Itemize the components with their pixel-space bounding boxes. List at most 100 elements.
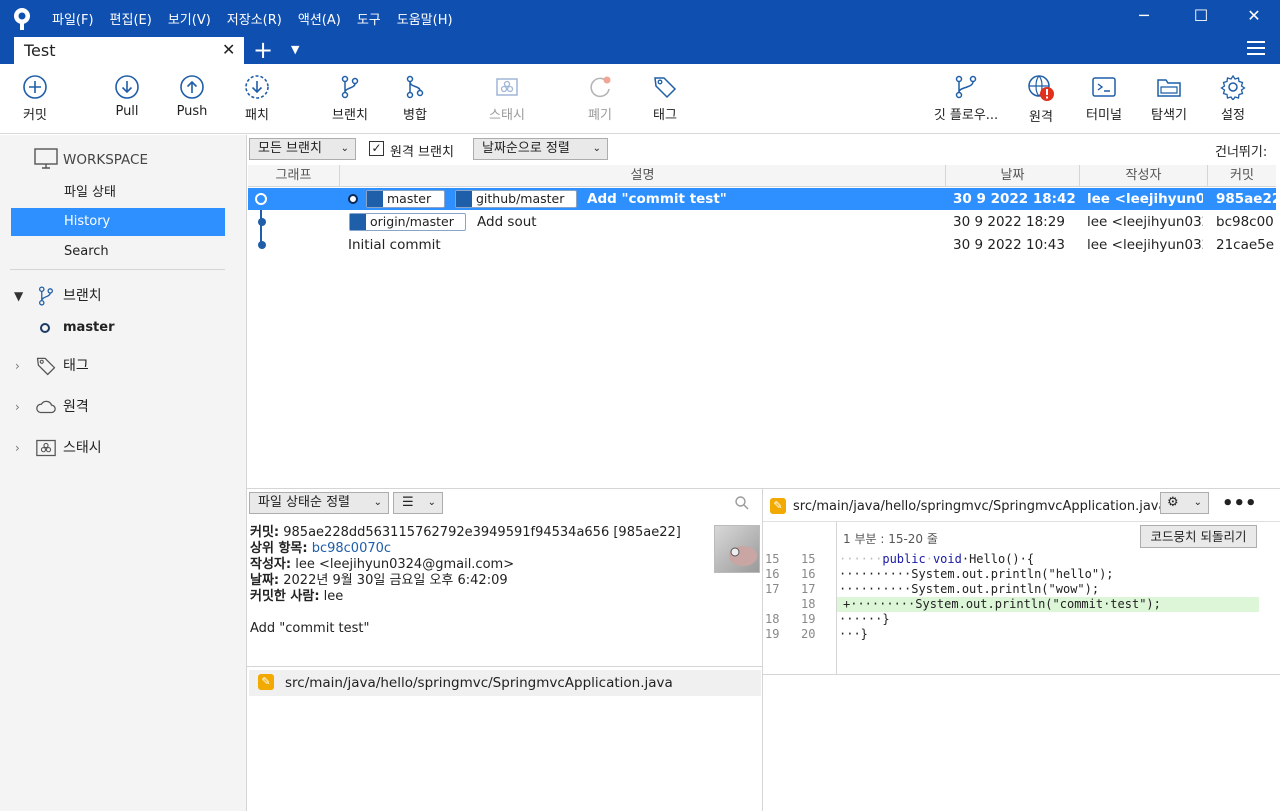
menu-help[interactable]: 도움말(H) bbox=[397, 9, 453, 28]
pull-button[interactable]: Pull bbox=[92, 74, 162, 119]
hamburger-menu-icon[interactable] bbox=[1247, 40, 1265, 60]
tag-label: 태그 bbox=[653, 108, 677, 123]
terminal-icon bbox=[1092, 77, 1116, 97]
branch-label-master[interactable]: master bbox=[366, 190, 445, 208]
line-code: ······} bbox=[839, 612, 890, 626]
plus-circle-icon bbox=[23, 75, 47, 99]
merge-button[interactable]: 병합 bbox=[380, 74, 450, 123]
remote-branches-checkbox[interactable]: ✓ bbox=[369, 141, 384, 156]
menu-actions[interactable]: 액션(A) bbox=[298, 9, 341, 28]
chevron-down-icon: ⌄ bbox=[340, 143, 349, 154]
tab-dropdown-icon[interactable]: ▼ bbox=[291, 43, 299, 56]
sidebar-section-stashes[interactable]: › 스태시 bbox=[0, 434, 247, 462]
chevron-right-icon[interactable]: › bbox=[15, 434, 20, 462]
parent-hash-link[interactable]: bc98c0070c bbox=[312, 541, 391, 556]
push-button[interactable]: Push bbox=[157, 74, 227, 119]
commit-row[interactable]: master github/master Add "commit test" 3… bbox=[248, 188, 1280, 210]
settings-button[interactable]: 설정 bbox=[1198, 74, 1268, 123]
chevron-down-icon[interactable]: ▼ bbox=[14, 282, 23, 310]
diff-settings-select[interactable]: ⚙ ⌄ bbox=[1160, 492, 1209, 514]
menu-edit[interactable]: 편집(E) bbox=[110, 9, 152, 28]
column-graph[interactable]: 그래프 bbox=[248, 165, 340, 187]
commit-row[interactable]: Initial commit 30 9 2022 10:43 lee <leej… bbox=[248, 234, 1276, 256]
commit-hash: bc98c00 bbox=[1216, 214, 1274, 230]
commit-message: Initial commit bbox=[348, 237, 441, 253]
patch-button[interactable]: 패치 bbox=[222, 74, 292, 123]
close-tab-icon[interactable]: ✕ bbox=[222, 40, 235, 59]
sidebar-item-search[interactable]: Search bbox=[0, 238, 247, 266]
changed-file-row[interactable]: ✎ src/main/java/hello/springmvc/Springmv… bbox=[249, 670, 761, 696]
modified-file-icon: ✎ bbox=[770, 498, 786, 514]
column-description[interactable]: 설명 bbox=[340, 165, 946, 187]
toolbar: 커밋 Pull Push 패치 브랜치 병합 스태시 폐기 태그 깃 플로우..… bbox=[0, 64, 1280, 134]
column-author[interactable]: 작성자 bbox=[1080, 165, 1208, 187]
committer-key: 커밋한 사람: bbox=[250, 589, 320, 604]
file-sort-select[interactable]: 파일 상태순 정렬 ⌄ bbox=[249, 492, 389, 514]
menu-tools[interactable]: 도구 bbox=[357, 9, 381, 28]
branch-button[interactable]: 브랜치 bbox=[315, 74, 385, 123]
stash-icon bbox=[35, 438, 57, 469]
commit-full-hash: 985ae228dd563115762792e3949591f94534a656… bbox=[283, 525, 681, 540]
branch-filter-value: 모든 브랜치 bbox=[258, 141, 322, 156]
patch-icon bbox=[245, 75, 269, 99]
tab-test[interactable]: Test ✕ bbox=[14, 37, 244, 65]
sidebar-item-label: master bbox=[63, 320, 115, 335]
column-commit[interactable]: 커밋 bbox=[1208, 165, 1276, 187]
sidebar-section-tags[interactable]: › 태그 bbox=[0, 352, 247, 380]
sidebar-section-branches[interactable]: ▼ 브랜치 bbox=[0, 282, 247, 310]
line-code: ··········System.out.println("wow"); bbox=[839, 582, 1100, 596]
commit-message-full: Add "commit test" bbox=[250, 621, 370, 636]
sidebar-item-file-status[interactable]: 파일 상태 bbox=[0, 179, 247, 207]
divider bbox=[763, 521, 1280, 522]
commit-message: Add "commit test" bbox=[587, 191, 727, 207]
diff-file-path: src/main/java/hello/springmvc/SpringmvcA… bbox=[793, 499, 1167, 514]
commit-button[interactable]: 커밋 bbox=[0, 74, 70, 123]
sidebar-item-history[interactable]: History bbox=[11, 208, 225, 236]
view-mode-select[interactable]: ☰ ⌄ bbox=[393, 492, 443, 514]
file-sort-value: 파일 상태순 정렬 bbox=[258, 495, 350, 510]
menu-view[interactable]: 보기(V) bbox=[168, 9, 211, 28]
stash-button[interactable]: 스태시 bbox=[472, 74, 542, 123]
sort-value: 날짜순으로 정렬 bbox=[482, 141, 570, 156]
new-tab-button[interactable]: + bbox=[253, 36, 273, 64]
date-value: 2022년 9월 30일 금요일 오후 6:42:09 bbox=[283, 573, 508, 588]
branch-icon bbox=[350, 214, 366, 230]
folder-icon bbox=[1157, 79, 1181, 97]
remote-button[interactable]: 원격 bbox=[1006, 74, 1076, 125]
revert-hunk-button[interactable]: 코드뭉치 되돌리기 bbox=[1140, 525, 1257, 548]
branch-icon bbox=[367, 191, 383, 207]
search-icon[interactable] bbox=[734, 495, 750, 515]
branch-filter-select[interactable]: 모든 브랜치 ⌄ bbox=[249, 138, 356, 160]
chevron-right-icon[interactable]: › bbox=[15, 352, 20, 380]
sidebar-section-remotes[interactable]: › 원격 bbox=[0, 393, 247, 421]
discard-button[interactable]: 폐기 bbox=[565, 74, 635, 123]
commit-row[interactable]: origin/master Add sout 30 9 2022 18:29 l… bbox=[248, 211, 1276, 233]
commit-author: lee <leejihyun0324 bbox=[1087, 191, 1203, 207]
sidebar-item-label: Search bbox=[64, 244, 109, 259]
sort-select[interactable]: 날짜순으로 정렬 ⌄ bbox=[473, 138, 608, 160]
chevron-right-icon[interactable]: › bbox=[15, 393, 20, 421]
maximize-button[interactable]: ☐ bbox=[1187, 6, 1215, 30]
branch-label-github-master[interactable]: github/master bbox=[455, 190, 577, 208]
tag-button[interactable]: 태그 bbox=[630, 74, 700, 123]
commit-hash: 985ae22 bbox=[1216, 191, 1280, 207]
patch-label: 패치 bbox=[245, 108, 269, 123]
explorer-button[interactable]: 탐색기 bbox=[1134, 74, 1204, 123]
terminal-button[interactable]: 터미널 bbox=[1069, 74, 1139, 123]
sidebar-item-master[interactable]: master bbox=[0, 314, 247, 342]
minimize-button[interactable]: ─ bbox=[1130, 6, 1158, 30]
menu-repository[interactable]: 저장소(R) bbox=[227, 9, 282, 28]
branch-label-origin-master[interactable]: origin/master bbox=[349, 213, 466, 231]
column-date[interactable]: 날짜 bbox=[946, 165, 1080, 187]
git-flow-button[interactable]: 깃 플로우... bbox=[928, 74, 1004, 123]
pull-label: Pull bbox=[115, 104, 139, 119]
chevron-down-icon: ⌄ bbox=[592, 143, 601, 154]
tag-icon bbox=[35, 355, 57, 388]
line-code: ··········System.out.println("hello"); bbox=[839, 567, 1114, 581]
commit-key: 커밋: bbox=[250, 525, 280, 540]
diff-line-added: 18 +·········System.out.println("commit·… bbox=[763, 597, 1280, 612]
more-options-icon[interactable]: ••• bbox=[1222, 493, 1257, 514]
close-window-button[interactable]: ✕ bbox=[1240, 6, 1268, 30]
merge-icon bbox=[406, 75, 424, 99]
menu-file[interactable]: 파일(F) bbox=[52, 9, 94, 28]
